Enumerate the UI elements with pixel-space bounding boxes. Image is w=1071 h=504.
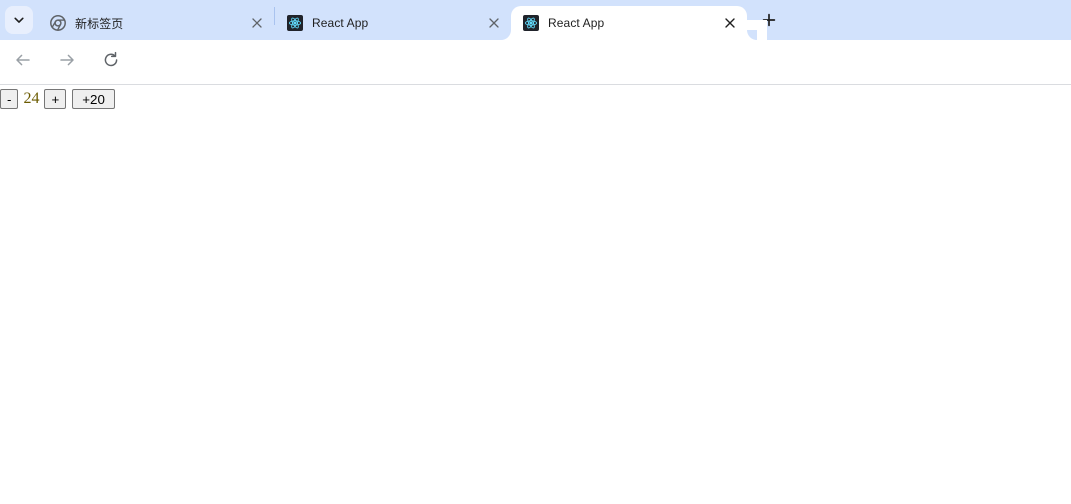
close-icon[interactable]	[485, 14, 503, 32]
arrow-right-icon	[58, 51, 76, 74]
react-icon	[287, 15, 303, 31]
arrow-left-icon	[14, 51, 32, 74]
increment-by-20-button[interactable]: +20	[72, 89, 115, 109]
react-icon	[523, 15, 539, 31]
close-icon[interactable]	[721, 14, 739, 32]
back-button[interactable]	[8, 48, 38, 78]
increment-button[interactable]: +	[44, 89, 67, 109]
tab-search-button[interactable]	[5, 6, 33, 34]
reload-button[interactable]	[96, 48, 126, 78]
tab-title: React App	[548, 16, 605, 30]
close-icon[interactable]	[248, 14, 266, 32]
decrement-button[interactable]: -	[0, 89, 19, 109]
reload-icon	[102, 51, 120, 74]
chevron-down-icon	[12, 13, 26, 27]
tab-react-app-1[interactable]: React App	[275, 6, 511, 40]
browser-window: 新标签页 React App React App - 24 + +20	[0, 0, 1071, 504]
counter-widget: - 24 + +20	[0, 89, 115, 109]
tab-react-app-2-active[interactable]: React App	[511, 6, 747, 40]
chrome-icon	[50, 15, 66, 31]
new-tab-button[interactable]	[755, 8, 783, 36]
browser-toolbar: localhost:3001	[0, 40, 1071, 117]
tab-title: 新标签页	[75, 16, 124, 31]
plus-icon	[762, 13, 776, 32]
counter-value: 24	[23, 90, 40, 107]
forward-button[interactable]	[52, 48, 82, 78]
tab-title: React App	[312, 16, 369, 30]
tab-strip: 新标签页 React App React App	[0, 0, 1071, 40]
page-viewport: - 24 + +20	[0, 85, 1071, 504]
tab-list: 新标签页 React App React App	[38, 0, 783, 40]
tab-new-tab-page[interactable]: 新标签页	[38, 6, 274, 40]
